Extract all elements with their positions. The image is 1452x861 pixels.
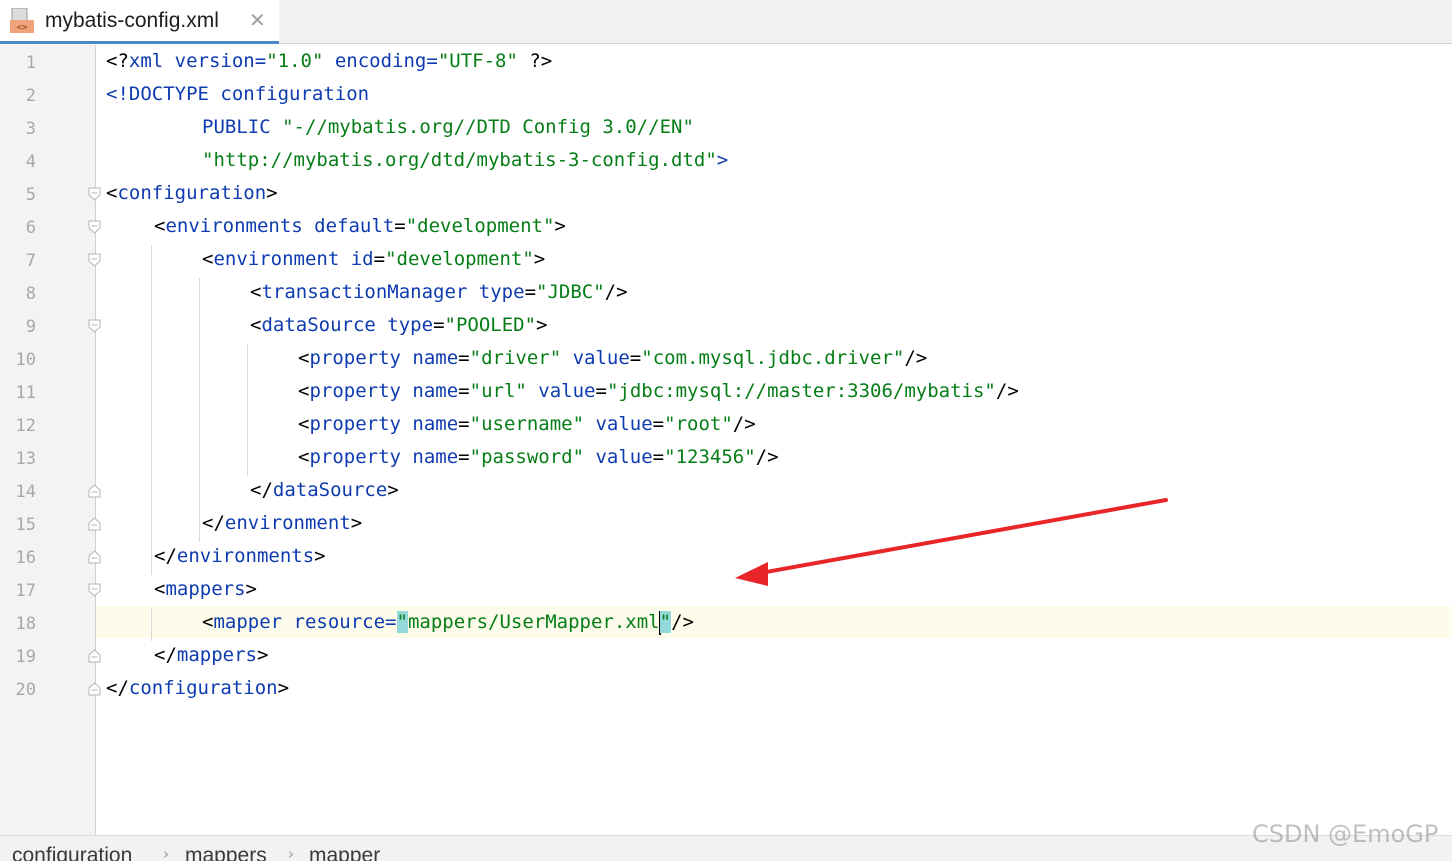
indent-guide (247, 344, 248, 476)
code-line-current: <mapper resource="mappers/UserMapper.xml… (202, 610, 694, 635)
code-line: <transactionManager type="JDBC"/> (250, 281, 628, 303)
code-line: <mappers> (154, 578, 257, 600)
xml-file-icon: <> (10, 8, 34, 33)
code-line: PUBLIC "-//mybatis.org//DTD Config 3.0//… (202, 116, 694, 138)
code-line: <environment id="development"> (202, 248, 546, 270)
code-line: </dataSource> (250, 479, 399, 501)
breadcrumb-item-mapper[interactable]: mapper (309, 844, 380, 861)
fold-close-icon[interactable] (88, 484, 101, 498)
code-line: <property name="url" value="jdbc:mysql:/… (298, 380, 1019, 402)
matched-quote: " (659, 611, 672, 633)
matched-quote: " (396, 611, 408, 633)
code-line: <dataSource type="POOLED"> (250, 314, 548, 336)
fold-open-icon[interactable] (88, 583, 101, 597)
code-line: <configuration> (106, 182, 278, 204)
breadcrumb-item-configuration[interactable]: configuration (12, 844, 132, 861)
line-number: 11 (15, 383, 36, 403)
breadcrumb: configuration › mappers › mapper (0, 835, 1452, 861)
line-number: 1 (25, 53, 36, 73)
tab-title: mybatis-config.xml (45, 9, 219, 32)
line-number: 16 (15, 548, 36, 568)
line-number: 10 (15, 350, 36, 370)
line-number: 20 (15, 680, 36, 700)
fold-open-icon[interactable] (88, 187, 101, 201)
fold-close-icon[interactable] (88, 649, 101, 663)
indent-guide (199, 278, 200, 542)
code-line: <property name="driver" value="com.mysql… (298, 347, 928, 369)
svg-text:<>: <> (17, 23, 28, 33)
fold-open-icon[interactable] (88, 220, 101, 234)
line-number: 8 (25, 284, 36, 304)
code-line: <!DOCTYPE configuration (106, 83, 370, 105)
code-editor[interactable]: 1 2 3 4 5 6 7 8 9 10 11 12 13 14 15 16 1… (0, 45, 1452, 835)
line-number: 7 (25, 251, 36, 271)
line-number: 5 (25, 185, 36, 205)
code-line: <property name="username" value="root"/> (298, 413, 756, 435)
line-number: 14 (15, 482, 36, 502)
fold-close-icon[interactable] (88, 517, 101, 531)
indent-guide (151, 245, 152, 575)
line-number: 15 (15, 515, 36, 535)
breadcrumb-separator: › (288, 845, 294, 861)
line-number: 3 (25, 119, 36, 139)
editor-tab-bar: <> mybatis-config.xml ✕ (0, 0, 1452, 44)
breadcrumb-item-mappers[interactable]: mappers (185, 844, 267, 861)
watermark: CSDN @EmoGP (1252, 820, 1439, 848)
line-number: 13 (15, 449, 36, 469)
close-icon[interactable]: ✕ (249, 8, 266, 32)
line-number: 6 (25, 218, 36, 238)
code-line: </environments> (154, 545, 326, 567)
line-number: 19 (15, 647, 36, 667)
fold-open-icon[interactable] (88, 253, 101, 267)
code-line: </configuration> (106, 677, 290, 699)
code-line: <?xml version="1.0" encoding="UTF-8" ?> (106, 50, 553, 72)
line-number: 18 (15, 614, 36, 634)
fold-close-icon[interactable] (88, 682, 101, 696)
line-number: 2 (25, 86, 36, 106)
line-number: 9 (25, 317, 36, 337)
line-number: 12 (15, 416, 36, 436)
fold-close-icon[interactable] (88, 550, 101, 564)
line-number-gutter: 1 2 3 4 5 6 7 8 9 10 11 12 13 14 15 16 1… (0, 45, 101, 835)
line-number: 4 (25, 152, 36, 172)
code-line: </environment> (202, 512, 363, 534)
code-line: <property name="password" value="123456"… (298, 446, 779, 468)
code-line: <environments default="development"> (154, 215, 566, 237)
code-line: </mappers> (154, 644, 269, 666)
indent-guide (151, 608, 152, 641)
line-number: 17 (15, 581, 36, 601)
breadcrumb-separator: › (163, 845, 169, 861)
fold-open-icon[interactable] (88, 319, 101, 333)
code-line: "http://mybatis.org/dtd/mybatis-3-config… (202, 149, 729, 171)
tab-mybatis-config[interactable]: <> mybatis-config.xml ✕ (0, 0, 279, 44)
